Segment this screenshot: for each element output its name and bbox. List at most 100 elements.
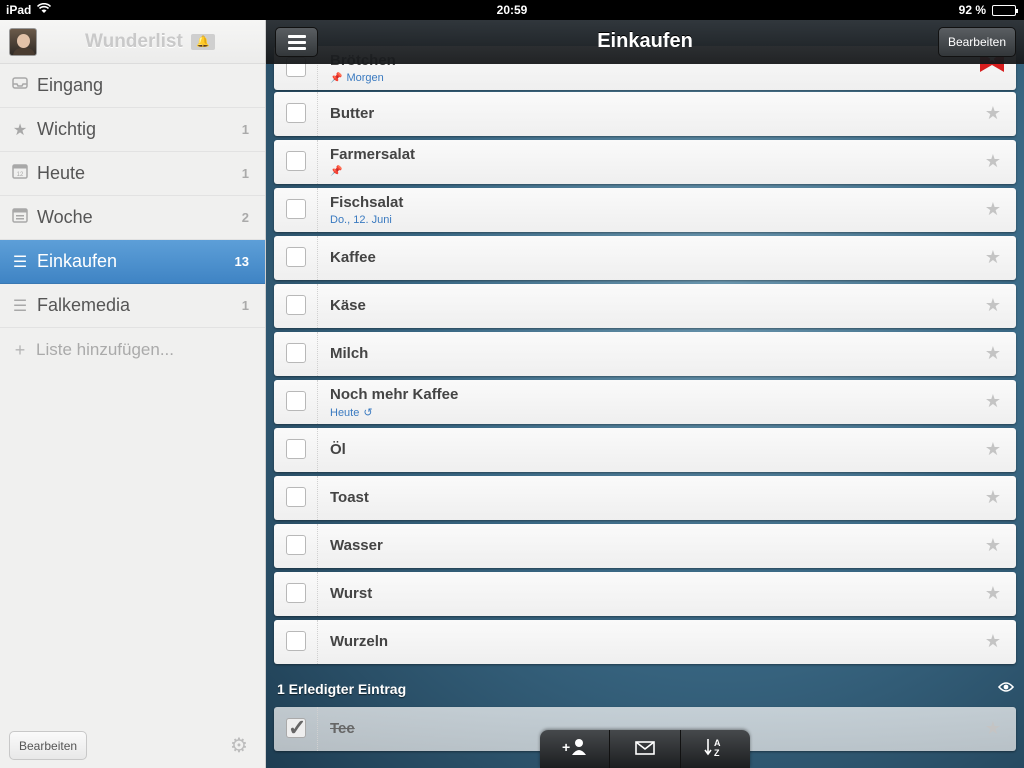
avatar[interactable] <box>9 27 37 56</box>
task-checkbox[interactable] <box>286 103 306 123</box>
sidebar-item-label: Woche <box>37 207 93 227</box>
svg-text:A: A <box>714 738 721 748</box>
task-row[interactable]: Wurst ★ <box>274 572 1016 616</box>
nav-bar: Einkaufen Bearbeiten <box>266 20 1024 64</box>
sort-az-icon: AZ <box>704 737 726 762</box>
list-icon: ☰ <box>12 297 28 315</box>
battery-percent: 92 % <box>958 3 986 17</box>
add-list-label: Liste hinzufügen... <box>36 340 174 359</box>
task-due: Heute <box>330 406 360 419</box>
star-icon[interactable]: ★ <box>985 296 1001 314</box>
sidebar-item-wichtig[interactable]: ★ Wichtig 1 <box>0 108 265 152</box>
task-row[interactable]: Noch mehr Kaffee Heute ↺ ★ <box>274 380 1016 424</box>
task-checkbox[interactable] <box>286 151 306 171</box>
task-checkbox[interactable] <box>286 295 306 315</box>
task-row[interactable]: Öl ★ <box>274 428 1016 472</box>
inbox-icon <box>10 76 30 95</box>
sidebar: Wunderlist 🔔 Eingang ★ Wichtig 1 12 Heut… <box>0 20 266 768</box>
page-title: Einkaufen <box>597 30 693 52</box>
task-row[interactable]: Fischsalat Do., 12. Juni ★ <box>274 188 1016 232</box>
task-checkbox[interactable] <box>286 199 306 219</box>
task-name: Wurst <box>330 585 373 602</box>
task-row[interactable]: Farmersalat 📌 ★ <box>274 140 1016 184</box>
completed-header[interactable]: 1 Erledigter Eintrag <box>277 681 406 697</box>
star-icon[interactable]: ★ <box>985 632 1001 650</box>
status-time: 20:59 <box>496 3 528 17</box>
task-checkbox[interactable] <box>286 715 306 741</box>
star-icon[interactable]: ★ <box>985 584 1001 602</box>
sidebar-header: Wunderlist 🔔 <box>0 20 265 64</box>
task-name: Öl <box>330 441 346 458</box>
task-row[interactable]: Butter ★ <box>274 92 1016 136</box>
task-checkbox[interactable] <box>286 343 306 363</box>
sidebar-edit-button[interactable]: Bearbeiten <box>9 731 88 760</box>
task-checkbox[interactable] <box>286 631 306 651</box>
star-icon[interactable]: ★ <box>985 152 1001 170</box>
task-checkbox[interactable] <box>286 487 306 507</box>
task-list-panel: Einkaufen Bearbeiten Brötchen 📌Morgen ★ … <box>266 20 1024 768</box>
task-row[interactable]: Kaffee ★ <box>274 236 1016 280</box>
add-person-icon: + <box>562 738 588 761</box>
envelope-icon <box>635 739 655 760</box>
sidebar-item-count: 13 <box>234 254 249 269</box>
calendar-day-icon: 12 <box>10 163 30 184</box>
sidebar-item-count: 1 <box>241 166 249 181</box>
sidebar-item-woche[interactable]: Woche 2 <box>0 196 265 240</box>
task-row[interactable]: Wurzeln ★ <box>274 620 1016 664</box>
status-bar: iPad 20:59 92 % <box>0 0 1024 20</box>
task-name: Milch <box>330 345 369 362</box>
add-list-button[interactable]: + Liste hinzufügen... <box>0 328 265 372</box>
task-checkbox[interactable] <box>286 247 306 267</box>
sidebar-item-eingang[interactable]: Eingang <box>0 64 265 108</box>
star-icon[interactable]: ★ <box>985 200 1001 218</box>
sidebar-item-label: Falkemedia <box>37 295 131 315</box>
task-checkbox[interactable] <box>286 391 306 411</box>
task-due: Do., 12. Juni <box>330 214 392 226</box>
pin-icon: 📌 <box>330 166 343 177</box>
star-icon[interactable]: ★ <box>985 536 1001 554</box>
sidebar-item-label: Heute <box>37 163 86 183</box>
sidebar-item-falkemedia[interactable]: ☰ Falkemedia 1 <box>0 284 265 328</box>
task-name: Käse <box>330 297 366 314</box>
task-name: Butter <box>330 105 375 122</box>
gear-icon[interactable]: ⚙ <box>229 736 249 756</box>
task-checkbox[interactable] <box>286 535 306 555</box>
task-row[interactable]: Wasser ★ <box>274 524 1016 568</box>
list-icon: ☰ <box>12 253 28 271</box>
star-icon[interactable]: ★ <box>985 719 1001 737</box>
star-icon[interactable]: ★ <box>985 248 1001 266</box>
task-due: Morgen <box>346 72 384 84</box>
sidebar-item-einkaufen[interactable]: ☰ Einkaufen 13 <box>0 240 265 284</box>
svg-text:+: + <box>562 739 570 755</box>
task-name: Tee <box>330 720 355 737</box>
sidebar-item-heute[interactable]: 12 Heute 1 <box>0 152 265 196</box>
task-checkbox[interactable] <box>286 439 306 459</box>
star-icon: ★ <box>12 121 28 139</box>
plus-icon: + <box>14 339 26 360</box>
task-name: Fischsalat <box>330 194 404 211</box>
task-row[interactable]: Milch ★ <box>274 332 1016 376</box>
brand-logo: Wunderlist <box>85 30 183 52</box>
svg-text:12: 12 <box>17 172 24 178</box>
star-icon[interactable]: ★ <box>985 104 1001 122</box>
sidebar-item-count: 1 <box>241 122 249 137</box>
battery-icon <box>992 4 1018 16</box>
email-list-button[interactable] <box>610 730 681 768</box>
task-name: Kaffee <box>330 249 376 266</box>
star-icon[interactable]: ★ <box>985 392 1001 410</box>
task-row[interactable]: Käse ★ <box>274 284 1016 328</box>
star-icon[interactable]: ★ <box>985 344 1001 362</box>
notification-bell-icon[interactable]: 🔔 <box>190 33 215 50</box>
star-icon[interactable]: ★ <box>985 440 1001 458</box>
task-name: Wurzeln <box>330 633 389 650</box>
sidebar-item-count: 1 <box>241 298 249 313</box>
eye-icon[interactable] <box>997 680 1015 698</box>
sort-button[interactable]: AZ <box>681 730 750 768</box>
task-row[interactable]: Toast ★ <box>274 476 1016 520</box>
sidebar-item-label: Eingang <box>37 75 104 95</box>
task-checkbox[interactable] <box>286 583 306 603</box>
star-icon[interactable]: ★ <box>985 488 1001 506</box>
edit-button[interactable]: Bearbeiten <box>937 27 1016 57</box>
share-list-button[interactable]: + <box>540 730 611 768</box>
task-name: Toast <box>330 489 369 506</box>
